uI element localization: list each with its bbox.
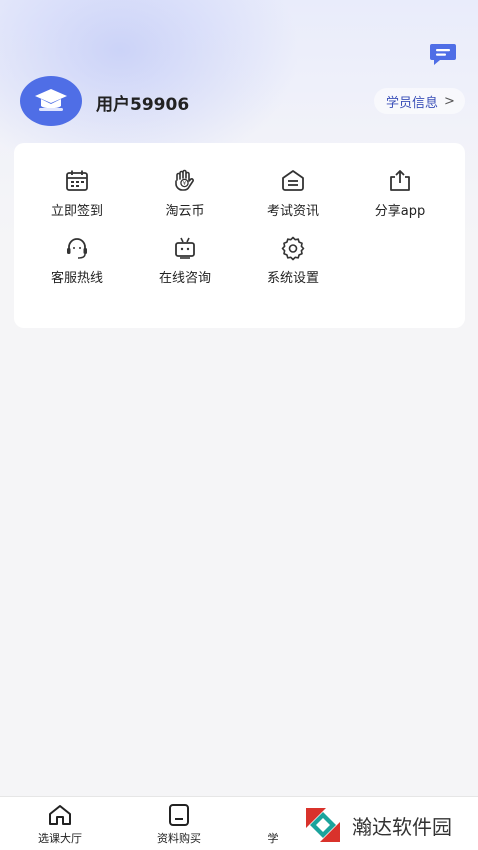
grid-item-hotline[interactable]: 客服热线 [23,235,131,291]
tab-course-hall[interactable]: 选课大厅 [15,803,105,847]
coin-hand-icon: ¥ [175,169,194,191]
grid-item-label: 立即签到 [50,204,103,219]
partially-hidden-icon [260,803,286,827]
grid-item-online-consult[interactable]: 在线咨询 [131,235,239,291]
grid-item-settings[interactable]: 系统设置 [239,235,347,291]
watermark-text: 瀚达软件园 [352,814,452,839]
grid-item-exam-news[interactable]: 考试资讯 [239,168,347,224]
username: 用户59906 [96,95,190,115]
news-icon [282,170,304,191]
tab-label: 选课大厅 [38,832,82,845]
chat-message-icon[interactable] [429,42,457,66]
headset-icon [67,238,87,259]
function-grid-card: 立即签到 ¥ 淘云币 考试资讯 分享app 客服热线 在线咨询 系统设置 [14,143,465,328]
chevron-right-icon: > [444,93,455,109]
grid-item-label: 在线咨询 [158,271,211,286]
tab-label: 学 [267,832,279,845]
tab-material-purchase[interactable]: 资料购买 [134,803,224,847]
tab-label: 资料购买 [157,832,201,845]
graduation-cap-icon [35,89,67,111]
student-info-label: 学员信息 [386,95,439,111]
grid-item-coins[interactable]: ¥ 淘云币 [131,168,239,224]
gear-icon [281,236,305,261]
tv-bot-icon [175,237,195,259]
calendar-icon [66,170,88,191]
watermark: 瀚达软件园 [300,800,478,850]
grid-item-label: 系统设置 [266,271,319,286]
grid-item-label: 淘云币 [165,204,205,219]
grid-item-label: 考试资讯 [266,204,319,219]
watermark-logo-icon [306,808,340,842]
document-icon [169,804,189,826]
share-icon [390,170,410,191]
grid-item-checkin[interactable]: 立即签到 [23,168,131,224]
avatar[interactable] [20,76,82,126]
svg-text:¥: ¥ [183,181,186,187]
grid-item-label: 分享app [374,204,426,219]
home-icon [49,805,71,825]
grid-item-share[interactable]: 分享app [346,168,454,224]
student-info-link[interactable]: 学员信息 > [374,88,465,114]
grid-item-label: 客服热线 [50,271,103,286]
